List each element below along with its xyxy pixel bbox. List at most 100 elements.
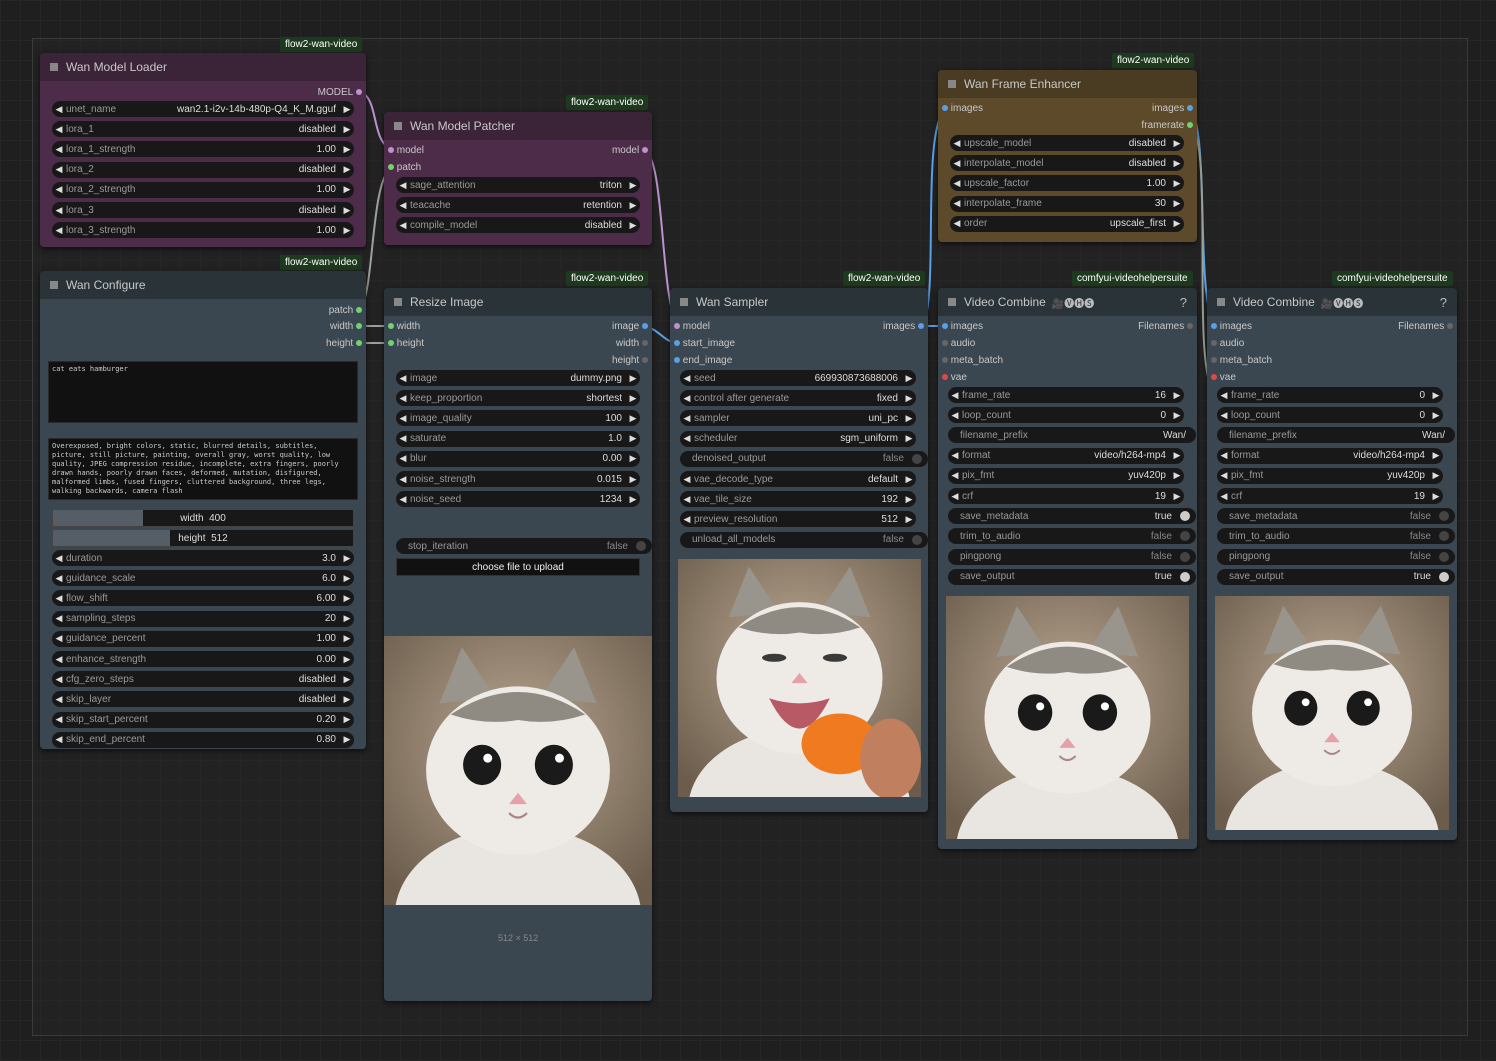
input-slot-audio[interactable]: audio (942, 336, 975, 350)
widget-guidance-percent[interactable]: ◀ guidance_percent 1.00 ▶ (52, 630, 354, 647)
collapse-icon[interactable] (50, 281, 58, 289)
decrement-arrow-icon[interactable]: ◀ (396, 433, 410, 444)
output-slot-filenames[interactable]: Filenames (1138, 319, 1193, 333)
widget-trim-to-audio[interactable]: trim_to_audio false (948, 528, 1196, 545)
increment-arrow-icon[interactable]: ▶ (1429, 470, 1443, 481)
widget-sampler[interactable]: ◀ sampler uni_pc ▶ (680, 410, 916, 427)
increment-arrow-icon[interactable]: ▶ (340, 633, 354, 644)
increment-arrow-icon[interactable]: ▶ (1170, 198, 1184, 209)
widget-lora-3[interactable]: ◀ lora_3 disabled ▶ (52, 202, 354, 218)
slot-dot-icon[interactable] (674, 340, 680, 346)
node-title-bar[interactable]: Wan Model Loader (40, 53, 366, 81)
increment-arrow-icon[interactable]: ▶ (626, 494, 640, 505)
slot-dot-icon[interactable] (1447, 323, 1453, 329)
widget-compile-model[interactable]: ◀ compile_model disabled ▶ (396, 217, 640, 234)
decrement-arrow-icon[interactable]: ◀ (1217, 410, 1231, 421)
increment-arrow-icon[interactable]: ▶ (340, 613, 354, 624)
widget-noise-strength[interactable]: ◀ noise_strength 0.015 ▶ (396, 471, 640, 487)
decrement-arrow-icon[interactable]: ◀ (1217, 390, 1231, 401)
slot-dot-icon[interactable] (942, 357, 948, 363)
increment-arrow-icon[interactable]: ▶ (1170, 470, 1184, 481)
slot-dot-icon[interactable] (942, 323, 948, 329)
node-title-bar[interactable]: Wan Model Patcher (384, 112, 652, 140)
wan-sampler-node[interactable]: Wan Sampler model start_image end_image … (670, 288, 928, 812)
input-slot-height[interactable]: height (388, 336, 424, 350)
widget-pingpong[interactable]: pingpong false (948, 548, 1196, 565)
increment-arrow-icon[interactable]: ▶ (340, 573, 354, 584)
input-slot-width[interactable]: width (388, 319, 420, 333)
decrement-arrow-icon[interactable]: ◀ (948, 491, 962, 502)
decrement-arrow-icon[interactable]: ◀ (52, 144, 66, 155)
decrement-arrow-icon[interactable]: ◀ (396, 453, 410, 464)
increment-arrow-icon[interactable]: ▶ (902, 413, 916, 424)
output-slot-model[interactable]: model (612, 143, 648, 157)
slot-dot-icon[interactable] (388, 164, 394, 170)
increment-arrow-icon[interactable]: ▶ (626, 220, 640, 231)
input-slot-model[interactable]: model (388, 143, 424, 157)
decrement-arrow-icon[interactable]: ◀ (52, 124, 66, 135)
decrement-arrow-icon[interactable]: ◀ (948, 390, 962, 401)
widget-noise-seed[interactable]: ◀ noise_seed 1234 ▶ (396, 491, 640, 508)
help-icon[interactable]: ? (1180, 295, 1187, 310)
wan-frame-enhancer-node[interactable]: Wan Frame Enhancer images images framera… (938, 70, 1197, 242)
widget-save-metadata[interactable]: save_metadata true (948, 508, 1196, 525)
widget-loop-count[interactable]: ◀ loop_count 0 ▶ (1217, 407, 1443, 424)
increment-arrow-icon[interactable]: ▶ (902, 514, 916, 525)
widget-skip-layer[interactable]: ◀ skip_layer disabled ▶ (52, 691, 354, 708)
input-slot-images[interactable]: images (1211, 319, 1252, 333)
output-slot-images[interactable]: images (1152, 101, 1193, 115)
increment-arrow-icon[interactable]: ▶ (1429, 491, 1443, 502)
widget-unet-name[interactable]: ◀ unet_name wan2.1-i2v-14b-480p-Q4_K_M.ggu… (52, 101, 354, 117)
collapse-icon[interactable] (50, 63, 58, 71)
increment-arrow-icon[interactable]: ▶ (626, 200, 640, 211)
output-slot-framerate[interactable]: framerate (1141, 118, 1193, 132)
increment-arrow-icon[interactable]: ▶ (340, 205, 354, 216)
decrement-arrow-icon[interactable]: ◀ (950, 218, 964, 229)
widget-save-output[interactable]: save_output true (1217, 568, 1455, 585)
widget-skip-start-percent[interactable]: ◀ skip_start_percent 0.20 ▶ (52, 711, 354, 728)
cat-video-preview[interactable] (946, 596, 1189, 839)
decrement-arrow-icon[interactable]: ◀ (52, 714, 66, 725)
widget-preview-resolution[interactable]: ◀ preview_resolution 512 ▶ (680, 511, 916, 528)
video-combine-node-2[interactable]: Video Combine 🎥🅥🅗🅢? images audio meta_bat… (1207, 288, 1457, 840)
increment-arrow-icon[interactable]: ▶ (902, 494, 916, 505)
decrement-arrow-icon[interactable]: ◀ (396, 200, 410, 211)
increment-arrow-icon[interactable]: ▶ (902, 393, 916, 404)
input-slot-audio[interactable]: audio (1211, 336, 1244, 350)
upload-button[interactable]: choose file to upload (396, 558, 640, 576)
slot-dot-icon[interactable] (642, 323, 648, 329)
slot-dot-icon[interactable] (642, 340, 648, 346)
widget-vae-decode-type[interactable]: ◀ vae_decode_type default ▶ (680, 471, 916, 487)
increment-arrow-icon[interactable]: ▶ (1170, 390, 1184, 401)
resize-image-node[interactable]: Resize Image width height image width he… (384, 288, 652, 1001)
widget-enhance-strength[interactable]: ◀ enhance_strength 0.00 ▶ (52, 651, 354, 667)
decrement-arrow-icon[interactable]: ◀ (52, 104, 66, 115)
slot-dot-icon[interactable] (942, 340, 948, 346)
increment-arrow-icon[interactable]: ▶ (340, 694, 354, 705)
output-slot-width[interactable]: width (330, 319, 362, 333)
slot-dot-icon[interactable] (1211, 357, 1217, 363)
increment-arrow-icon[interactable]: ▶ (1170, 410, 1184, 421)
widget-unload-all-models[interactable]: unload_all_models false (680, 531, 928, 548)
decrement-arrow-icon[interactable]: ◀ (52, 205, 66, 216)
node-title-bar[interactable]: Wan Frame Enhancer (938, 70, 1197, 98)
decrement-arrow-icon[interactable]: ◀ (396, 413, 410, 424)
slot-dot-icon[interactable] (1187, 105, 1193, 111)
widget-blur[interactable]: ◀ blur 0.00 ▶ (396, 450, 640, 467)
widget-interpolate-frame[interactable]: ◀ interpolate_frame 30 ▶ (950, 195, 1184, 212)
increment-arrow-icon[interactable]: ▶ (340, 654, 354, 665)
increment-arrow-icon[interactable]: ▶ (1170, 491, 1184, 502)
output-slot-height[interactable]: height (326, 336, 362, 350)
increment-arrow-icon[interactable]: ▶ (1170, 450, 1184, 461)
increment-arrow-icon[interactable]: ▶ (1429, 450, 1443, 461)
widget-keep-proportion[interactable]: ◀ keep_proportion shortest ▶ (396, 390, 640, 407)
decrement-arrow-icon[interactable]: ◀ (52, 164, 66, 175)
collapse-icon[interactable] (948, 80, 956, 88)
decrement-arrow-icon[interactable]: ◀ (950, 138, 964, 149)
increment-arrow-icon[interactable]: ▶ (626, 453, 640, 464)
increment-arrow-icon[interactable]: ▶ (1429, 390, 1443, 401)
decrement-arrow-icon[interactable]: ◀ (396, 373, 410, 384)
output-slot-filenames[interactable]: Filenames (1398, 319, 1453, 333)
increment-arrow-icon[interactable]: ▶ (1170, 138, 1184, 149)
slot-dot-icon[interactable] (388, 147, 394, 153)
